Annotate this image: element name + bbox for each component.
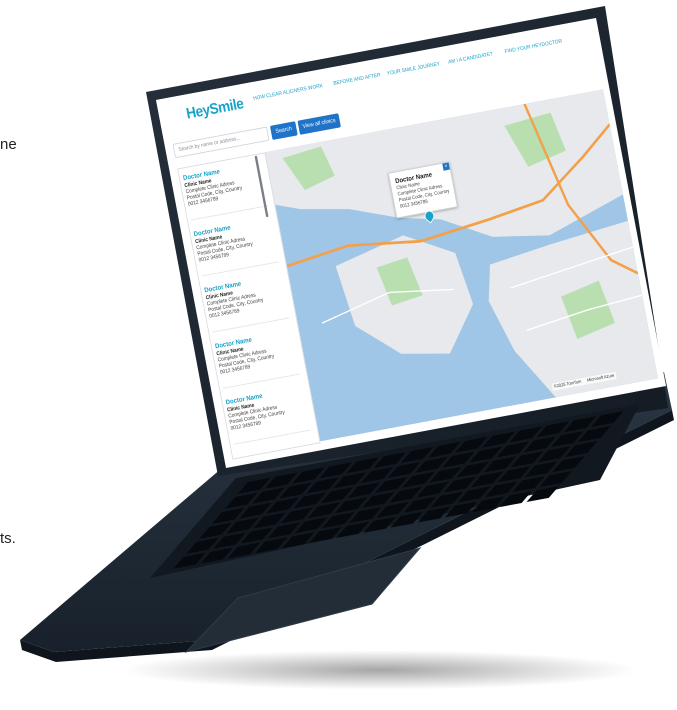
nav-am-i-candidate[interactable]: AM I A CANDIDATE? (448, 52, 493, 66)
nav-find-heydoctor[interactable]: FIND YOUR HEYDOCTOR (504, 39, 562, 55)
view-all-clinics-button[interactable]: View all clinics (297, 113, 341, 135)
clinic-card[interactable]: Doctor Name Clinic Name Complete Clinic … (181, 154, 269, 221)
nav-before-after[interactable]: BEFORE AND AFTER (333, 73, 381, 87)
clinic-card[interactable]: Doctor Name Clinic Name Complete Clinic … (213, 322, 301, 389)
clinic-card[interactable]: Doctor Name Clinic Name Complete Clinic … (191, 210, 279, 277)
search-button[interactable]: Search (269, 121, 298, 140)
site-logo[interactable]: HeySmile (185, 95, 245, 123)
clinic-card[interactable]: Doctor Name Clinic Name Complete Clinic … (223, 378, 311, 445)
close-icon[interactable]: × (442, 162, 450, 171)
nav-how-aligners-work[interactable]: HOW CLEAR ALIGNERS WORK (253, 84, 323, 102)
clinic-card[interactable]: Doctor Name Clinic Name Complete Clinic … (202, 266, 290, 333)
nav-smile-journey[interactable]: YOUR SMILE JOURNEY (387, 62, 441, 77)
map-graphic[interactable] (265, 89, 659, 442)
map-view[interactable] (265, 89, 659, 442)
